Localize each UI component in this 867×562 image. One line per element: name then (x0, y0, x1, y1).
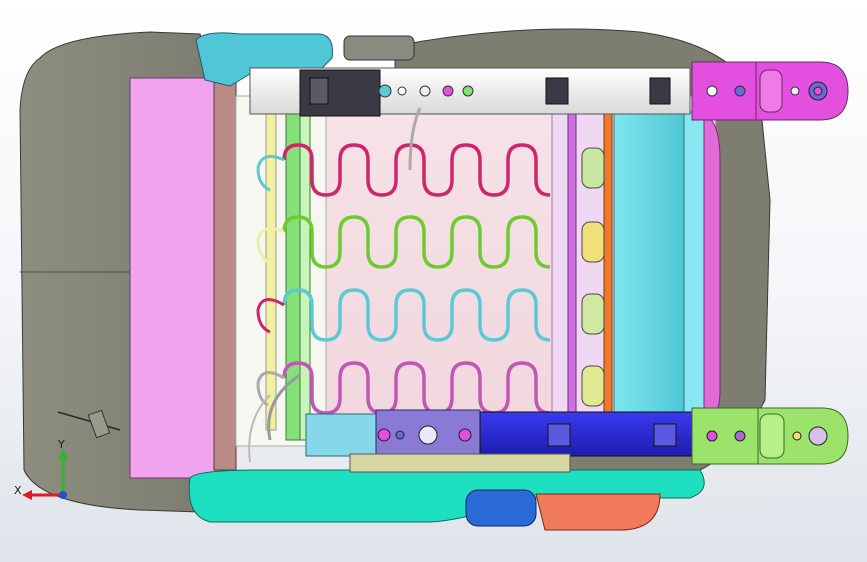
rear-right-bracket[interactable] (691, 61, 849, 121)
cad-viewport[interactable]: X Y (0, 0, 867, 562)
triad-x-label: X (14, 484, 22, 497)
trim-panel[interactable] (129, 77, 237, 479)
front-right-bracket[interactable] (691, 407, 849, 465)
front-rail-assembly[interactable] (305, 409, 695, 461)
seat-assembly-model[interactable] (0, 0, 867, 562)
triad-z-origin (59, 491, 67, 499)
triad-y-label: Y (58, 438, 65, 451)
triad-x-arrowhead (22, 490, 32, 500)
